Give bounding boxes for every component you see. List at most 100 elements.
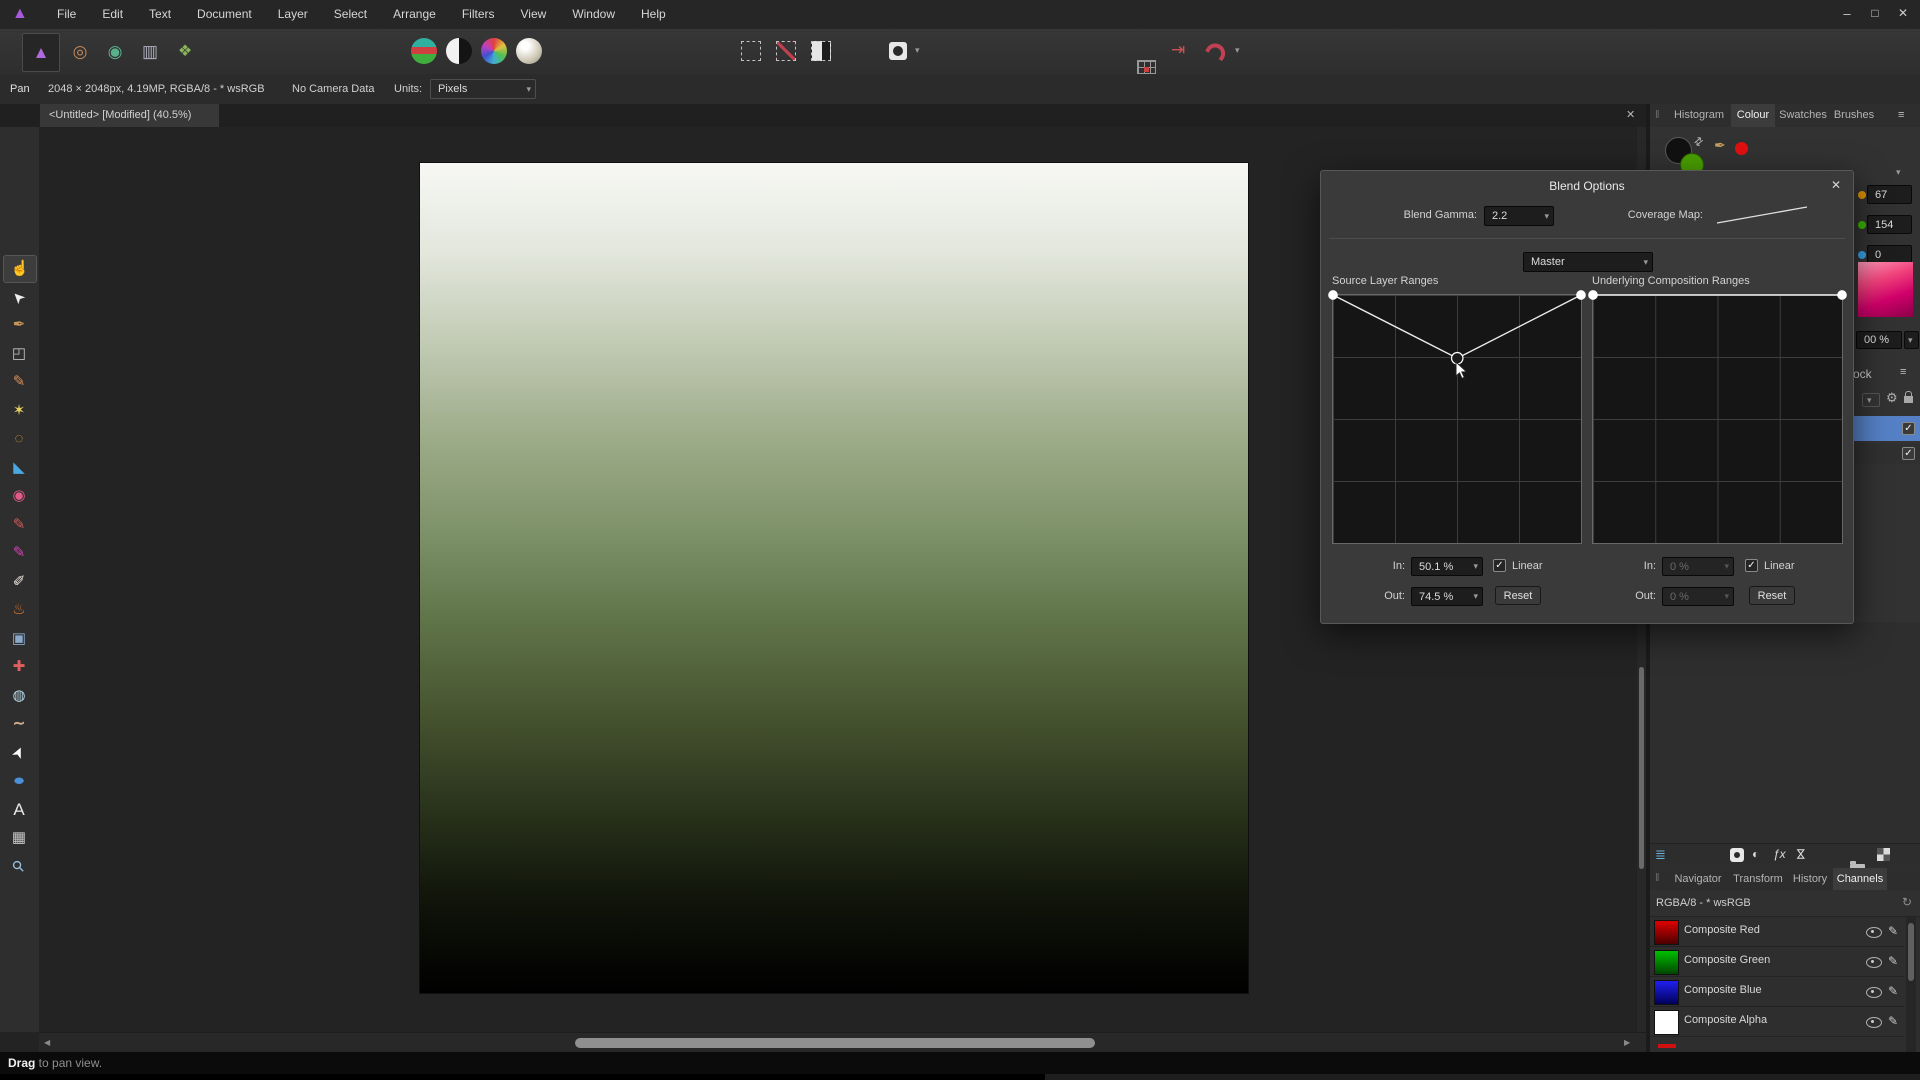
channel-row-partial[interactable] xyxy=(1650,1038,1904,1052)
swap-colours-icon[interactable]: ⇄ xyxy=(1691,134,1706,150)
layer-lock-icon[interactable] xyxy=(1904,396,1913,403)
window-close-button[interactable]: ✕ xyxy=(1892,6,1914,20)
scroll-right-icon[interactable]: ▶ xyxy=(1624,1038,1630,1047)
units-dropdown[interactable]: Pixels ▾ xyxy=(430,79,536,99)
underlying-ranges-graph[interactable] xyxy=(1592,294,1843,544)
horizontal-scrollbar-thumb[interactable] xyxy=(575,1038,1095,1048)
menu-select[interactable]: Select xyxy=(321,0,380,29)
channel-edit-pencil-icon[interactable]: ✎ xyxy=(1888,1014,1898,1028)
paint-brush-tool[interactable]: ✎ xyxy=(3,512,35,538)
colour-replacement-brush-tool[interactable]: ✎ xyxy=(3,540,35,566)
blur-tool[interactable]: ◍ xyxy=(3,683,35,709)
source-ranges-graph[interactable] xyxy=(1332,294,1582,544)
flood-select-tool[interactable]: ✶ xyxy=(3,398,35,424)
menu-filters[interactable]: Filters xyxy=(449,0,508,29)
menu-layer[interactable]: Layer xyxy=(265,0,321,29)
layer-visibility-checkbox[interactable]: ✓ xyxy=(1902,422,1915,435)
smudge-tool[interactable]: ∼ xyxy=(3,711,35,737)
layer-fx-gear-icon[interactable]: ⚙ xyxy=(1886,390,1898,406)
red-value-field[interactable]: 67 xyxy=(1867,185,1912,204)
menu-window[interactable]: Window xyxy=(559,0,628,29)
quick-mask-caret-icon[interactable]: ▾ xyxy=(915,45,920,56)
channel-visibility-eye-icon[interactable] xyxy=(1866,987,1882,998)
menu-arrange[interactable]: Arrange xyxy=(380,0,449,29)
selection-new-icon[interactable] xyxy=(741,41,761,61)
text-tool[interactable]: A xyxy=(3,797,35,823)
channel-select-dropdown[interactable]: Master ▾ xyxy=(1523,252,1653,272)
flood-erase-tool[interactable]: ♨ xyxy=(3,597,35,623)
quick-mask-icon[interactable] xyxy=(889,42,907,60)
gradient-tool[interactable]: ◉ xyxy=(3,483,35,509)
menu-text[interactable]: Text xyxy=(136,0,184,29)
flood-fill-tool[interactable]: ◣ xyxy=(3,455,35,481)
green-value-field[interactable]: 154 xyxy=(1867,215,1912,234)
new-layer-icon[interactable] xyxy=(1877,848,1890,861)
tab-transform[interactable]: Transform xyxy=(1729,868,1787,890)
underlying-reset-button[interactable]: Reset xyxy=(1749,586,1795,605)
underlying-in-field[interactable]: 0 % ▾ xyxy=(1662,557,1734,576)
develop-persona-button[interactable]: ◉ xyxy=(98,33,132,70)
vertical-scrollbar-thumb[interactable] xyxy=(1639,667,1644,869)
channels-scrollbar[interactable] xyxy=(1906,917,1916,1052)
selection-none-icon[interactable] xyxy=(776,41,796,61)
background-layer-row[interactable]: ✓ xyxy=(1852,444,1920,464)
healing-brush-tool[interactable]: ✚ xyxy=(3,654,35,680)
dialog-close-icon[interactable]: ✕ xyxy=(1831,178,1841,192)
tab-history[interactable]: History xyxy=(1789,868,1831,890)
channel-visibility-eye-icon[interactable] xyxy=(1866,1017,1882,1028)
channel-row-composite-blue[interactable]: Composite Blue ✎ xyxy=(1650,977,1904,1007)
live-filter-icon[interactable]: ⋈ xyxy=(1794,848,1808,860)
menu-view[interactable]: View xyxy=(508,0,560,29)
colour-panel-menu-icon[interactable]: ≡ xyxy=(1898,109,1904,121)
window-minimize-button[interactable]: – xyxy=(1836,6,1858,21)
layers-stack-icon[interactable]: ≣ xyxy=(1655,847,1666,863)
channels-refresh-icon[interactable]: ↻ xyxy=(1902,895,1912,909)
channels-scrollbar-thumb[interactable] xyxy=(1908,923,1914,981)
menu-document[interactable]: Document xyxy=(184,0,265,29)
layer-effects-icon[interactable]: ƒx xyxy=(1773,847,1786,861)
panel-grip-icon[interactable]: ‖ xyxy=(1655,109,1660,121)
photo-persona-button[interactable]: ▲ xyxy=(22,33,60,72)
colour-picker-tool[interactable]: ✒ xyxy=(3,312,35,338)
channel-edit-pencil-icon[interactable]: ✎ xyxy=(1888,924,1898,938)
source-curve[interactable] xyxy=(1333,295,1581,543)
shape-tool[interactable]: ● xyxy=(0,768,42,794)
selection-brush-tool[interactable]: ✎ xyxy=(3,369,35,395)
coverage-map-preview[interactable] xyxy=(1712,201,1812,228)
export-persona-button[interactable]: ❖ xyxy=(168,33,202,70)
auto-white-balance-icon[interactable] xyxy=(516,38,542,64)
colour-eyedropper-icon[interactable]: ✒ xyxy=(1714,137,1726,154)
channel-row-composite-alpha[interactable]: Composite Alpha ✎ xyxy=(1650,1007,1904,1037)
source-out-field[interactable]: 74.5 % ▾ xyxy=(1411,587,1483,606)
channel-row-composite-green[interactable]: Composite Green ✎ xyxy=(1650,947,1904,977)
menu-file[interactable]: File xyxy=(44,0,89,29)
channel-visibility-eye-icon[interactable] xyxy=(1866,927,1882,938)
tab-stock-partial[interactable]: ock xyxy=(1853,367,1872,381)
tab-bar-close-icon[interactable]: ✕ xyxy=(1626,108,1635,121)
blend-gamma-dropdown[interactable]: 2.2 ▾ xyxy=(1484,206,1554,226)
crop-tool[interactable]: ◰ xyxy=(3,341,35,367)
selection-intersect-icon[interactable] xyxy=(811,41,831,61)
window-maximize-button[interactable]: □ xyxy=(1864,6,1886,20)
auto-levels-icon[interactable] xyxy=(411,38,437,64)
channel-edit-pencil-icon[interactable]: ✎ xyxy=(1888,954,1898,968)
source-reset-button[interactable]: Reset xyxy=(1495,586,1541,605)
channel-edit-pencil-icon[interactable]: ✎ xyxy=(1888,984,1898,998)
tone-mapping-persona-button[interactable]: ▥ xyxy=(133,33,167,70)
node-tool[interactable]: ➤ xyxy=(0,733,37,773)
source-in-field[interactable]: 50.1 % ▾ xyxy=(1411,557,1483,576)
horizontal-scrollbar[interactable]: ◀ ▶ xyxy=(39,1032,1646,1053)
layers-panel-menu-icon[interactable]: ≡ xyxy=(1900,366,1906,378)
selected-layer-row[interactable]: ✓ xyxy=(1852,416,1920,441)
picked-colour-dot[interactable] xyxy=(1735,142,1748,155)
underlying-linear-checkbox[interactable]: ✓ xyxy=(1745,559,1758,572)
opacity-field[interactable]: 00 % xyxy=(1856,331,1902,349)
menu-help[interactable]: Help xyxy=(628,0,679,29)
tab-brushes[interactable]: Brushes xyxy=(1831,104,1877,127)
underlying-curve[interactable] xyxy=(1593,295,1842,543)
zoom-tool[interactable]: ⚲ xyxy=(0,846,40,887)
colour-picker-box[interactable] xyxy=(1858,262,1913,317)
canvas[interactable] xyxy=(420,163,1248,993)
auto-contrast-icon[interactable] xyxy=(446,38,472,64)
channel-visibility-eye-icon[interactable] xyxy=(1866,957,1882,968)
